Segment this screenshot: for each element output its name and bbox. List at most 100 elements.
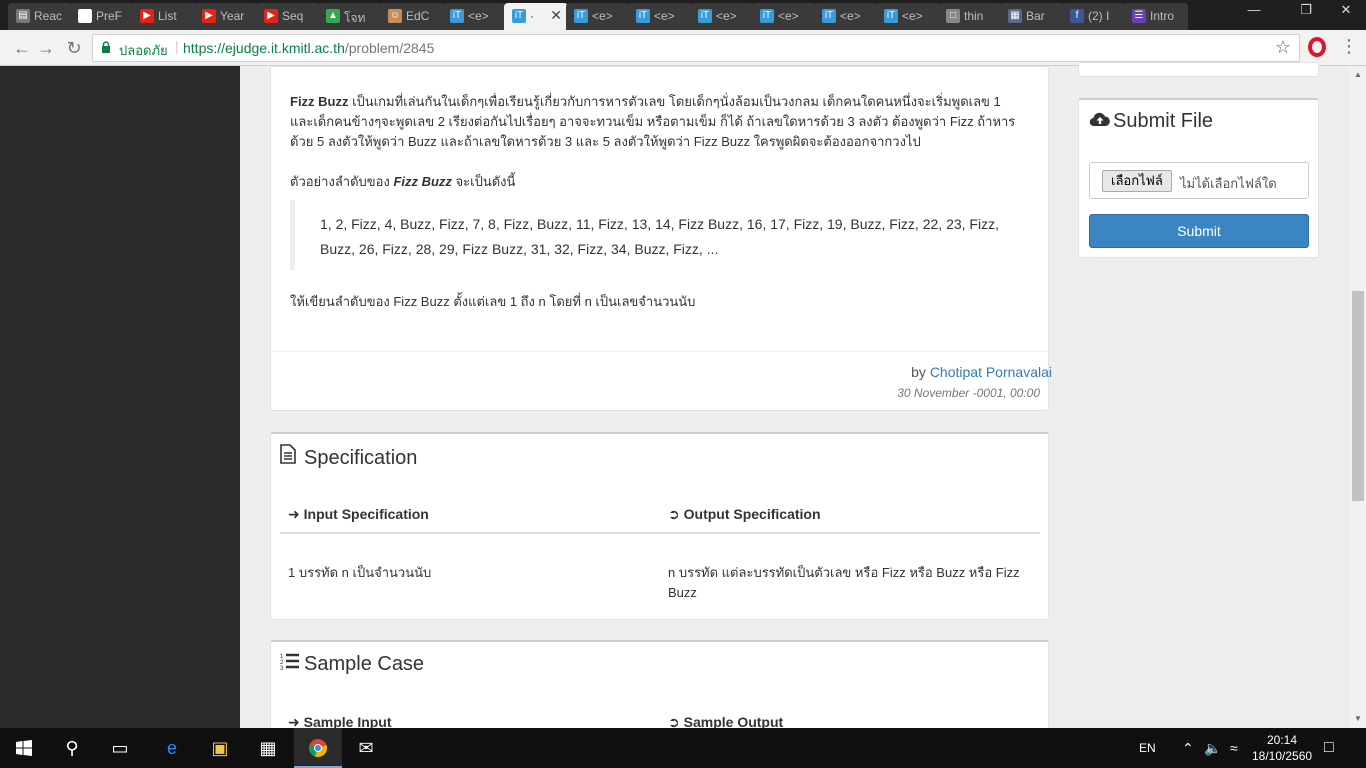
doc-icon: □	[946, 9, 960, 23]
input-spec-head: ➜ Input Specification	[288, 506, 429, 523]
browser-toolbar: ← → ↻ ปลอดภัย | https://ejudge.it.kmitl.…	[0, 30, 1366, 66]
language-indicator[interactable]: EN	[1139, 728, 1156, 768]
wifi-icon[interactable]: ≈	[1230, 728, 1238, 768]
tab-label: Bar	[1026, 9, 1045, 23]
para-line-2: และเด็กคนข้างๆจะพูดเลข 2 เรียงต่อกันไปเร…	[290, 114, 1016, 129]
bookmark-star-icon[interactable]: ☆	[1275, 37, 1291, 58]
browser-tab[interactable]: iT <e>	[442, 3, 506, 30]
it-icon: iT	[450, 9, 464, 23]
scroll-up-icon[interactable]: ▲	[1354, 70, 1362, 79]
sequence-line-2: Buzz, 26, Fizz, 28, 29, Fizz Buzz, 31, 3…	[320, 241, 719, 257]
problem-description: Fizz Buzz เป็นเกมที่เล่นกันในเด็กๆเพื่อเ…	[290, 92, 1040, 152]
mail-icon[interactable]: ✉	[342, 728, 390, 768]
browser-tab[interactable]: ▤ Reac	[8, 3, 72, 30]
volume-icon[interactable]: 🔈	[1204, 728, 1221, 768]
sign-out-icon: ➲	[668, 506, 684, 522]
example-tail: จะเป็นดังนี้	[451, 174, 516, 189]
sample-case-title: 1 2 3 Sample Case	[280, 652, 424, 676]
browser-tab[interactable]: iT <e>	[876, 3, 940, 30]
chrome-icon[interactable]	[294, 728, 342, 768]
minimize-button[interactable]: —	[1238, 0, 1270, 20]
task-text: ให้เขียนลำดับของ Fizz Buzz ตั้งแต่เลข 1 …	[290, 294, 696, 309]
browser-tab[interactable]: iT · ✕	[504, 3, 568, 30]
youtube-icon: ▶	[140, 9, 154, 23]
browser-tab[interactable]: iT <e>	[814, 3, 878, 30]
browser-tab[interactable]: ☺ EdC	[380, 3, 444, 30]
tab-label: <e>	[716, 9, 737, 23]
output-spec-line-1: n บรรทัด แต่ละบรรทัดเป็นตัวเลข หรือ Fizz…	[668, 565, 1020, 580]
tab-label: Intro	[1150, 9, 1175, 23]
close-tab-icon[interactable]: ✕	[550, 7, 562, 24]
browser-tab[interactable]: □ thin	[938, 3, 1002, 30]
example-intro: ตัวอย่างลำดับของ Fizz Buzz จะเป็นดังนี้	[290, 172, 515, 192]
sidebar-panel-top	[1078, 62, 1319, 77]
edge-icon[interactable]: e	[148, 728, 196, 768]
system-clock[interactable]: 20:14 18/10/2560	[1252, 732, 1312, 764]
cloud-upload-icon	[1089, 110, 1110, 133]
browser-tab[interactable]: iT <e>	[566, 3, 630, 30]
problem-date: 30 November -0001, 00:00	[897, 386, 1040, 400]
browser-tab[interactable]: f (2) I	[1062, 3, 1126, 30]
tab-label: <e>	[592, 9, 613, 23]
file-explorer-icon[interactable]: ▣	[196, 728, 244, 768]
secure-label: ปลอดภัย	[119, 43, 168, 58]
store-icon[interactable]: ▦	[244, 728, 292, 768]
fizzbuzz-bold: Fizz Buzz	[290, 94, 349, 109]
opera-extension-icon[interactable]	[1308, 37, 1326, 57]
browser-tab[interactable]: iT <e>	[752, 3, 816, 30]
page-scrollbar[interactable]: ▲ ▼	[1350, 66, 1366, 728]
submit-file-title: Submit File	[1089, 110, 1213, 133]
author-link[interactable]: Chotipat Pornavalai	[930, 364, 1052, 380]
tab-label: Seq	[282, 9, 304, 23]
start-windows-icon[interactable]	[0, 728, 48, 768]
browser-tab[interactable]: ▶ Seq	[256, 3, 320, 30]
url-path: /problem/2845	[344, 40, 435, 56]
tab-label: Year	[220, 9, 245, 23]
specification-title: Specification	[280, 444, 417, 470]
tab-label: (2) I	[1088, 9, 1110, 23]
specification-title-text: Specification	[304, 447, 418, 469]
restore-button[interactable]: ❐	[1290, 0, 1322, 20]
browser-tab[interactable]: ☰ Intro	[1124, 3, 1188, 30]
it-icon: iT	[636, 9, 650, 23]
scrollbar-thumb[interactable]	[1352, 291, 1364, 501]
clock-time: 20:14	[1266, 733, 1298, 747]
para-line-3: ด้วย 5 ลงตัวให้พูดว่า Buzz และถ้าเลขใดหา…	[290, 134, 921, 149]
browser-tab[interactable]: iT <e>	[628, 3, 692, 30]
browser-tab[interactable]: ▶ List	[132, 3, 196, 30]
forward-arrow-icon[interactable]: →	[34, 36, 58, 60]
notifications-icon[interactable]: □	[1324, 728, 1334, 768]
output-spec-label: Output Specification	[683, 506, 821, 522]
submit-file-title-text: Submit File	[1113, 110, 1214, 132]
youtube-icon: ▶	[264, 9, 278, 23]
submit-button[interactable]: Submit	[1089, 214, 1309, 248]
address-bar[interactable]: ปลอดภัย | https://ejudge.it.kmitl.ac.th/…	[92, 34, 1300, 62]
list-icon: ☰	[1132, 9, 1146, 23]
browser-tab[interactable]: ▶ Year	[194, 3, 258, 30]
browser-tab[interactable]: iT <e>	[690, 3, 754, 30]
sequence-line-1: 1, 2, Fizz, 4, Buzz, Fizz, 7, 8, Fizz, B…	[320, 216, 999, 232]
no-file-label: ไม่ได้เลือกไฟล์ใด	[1180, 176, 1277, 191]
browser-tab[interactable]: ● PreF	[70, 3, 134, 30]
sequence-blockquote: 1, 2, Fizz, 4, Buzz, Fizz, 7, 8, Fizz, B…	[290, 200, 1030, 270]
browser-tab[interactable]: ▦ Bar	[1000, 3, 1064, 30]
browser-menu-icon[interactable]: ⋮	[1340, 36, 1358, 57]
task-view-icon[interactable]: ▭	[96, 728, 144, 768]
sign-in-icon: ➜	[288, 506, 304, 522]
chevron-up-icon[interactable]: ⌃	[1182, 728, 1194, 768]
close-window-button[interactable]: ✕	[1330, 0, 1362, 20]
choose-file-button[interactable]: เลือกไฟล์	[1102, 170, 1172, 192]
reload-icon[interactable]: ↻	[62, 36, 86, 60]
search-icon[interactable]: ⚲	[48, 728, 96, 768]
input-spec-text: 1 บรรทัด n เป็นจำนวนนับ	[288, 565, 432, 580]
it-icon: iT	[760, 9, 774, 23]
browser-tab[interactable]: ▲ โจท	[318, 3, 382, 30]
file-input[interactable]: เลือกไฟล์ ไม่ได้เลือกไฟล์ใด	[1089, 162, 1309, 199]
windows-taskbar: ⚲ ▭ e ▣ ▦ ✉ EN ⌃ 🔈 ≈ 20:14 18/10/2560 □	[0, 728, 1366, 768]
back-arrow-icon[interactable]: ←	[10, 36, 34, 60]
svg-text:3: 3	[280, 666, 284, 670]
tab-label: <e>	[468, 9, 489, 23]
example-intro-text: ตัวอย่างลำดับของ	[290, 174, 394, 189]
it-icon: iT	[512, 9, 526, 23]
scroll-down-icon[interactable]: ▼	[1354, 714, 1362, 723]
